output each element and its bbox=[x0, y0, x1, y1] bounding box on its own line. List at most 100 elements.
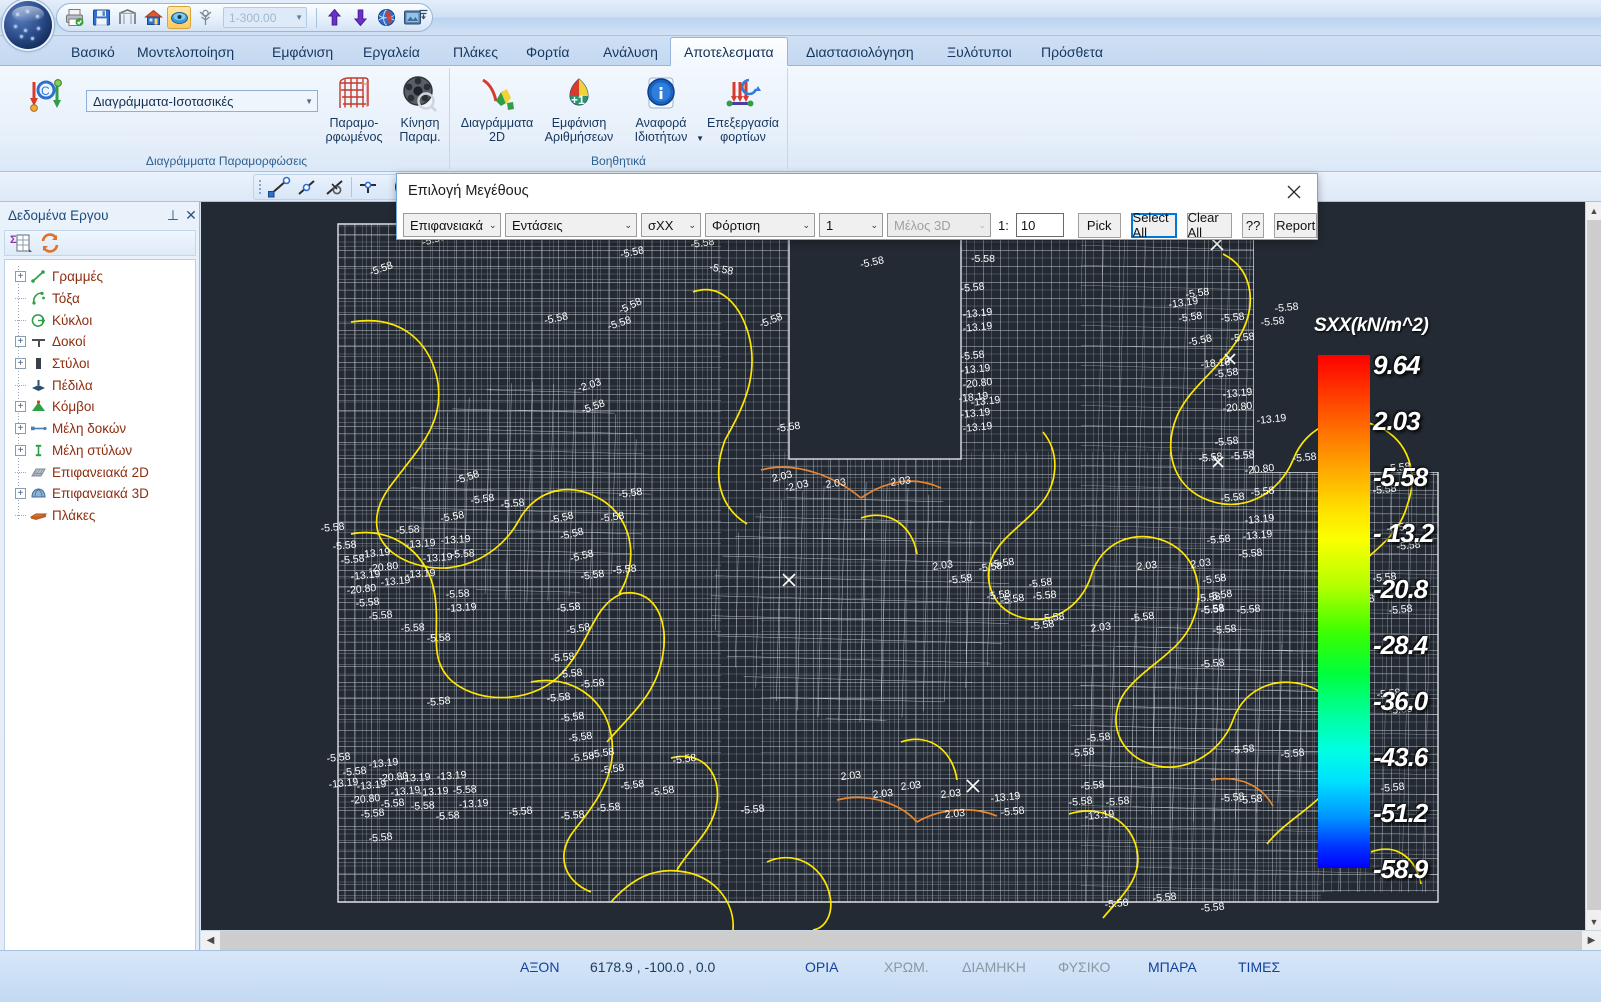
arrow-up-icon[interactable] bbox=[322, 6, 346, 29]
sum-table-icon[interactable]: Σ bbox=[10, 232, 34, 254]
svg-text:-5.58: -5.58 bbox=[326, 751, 351, 765]
perp-point-icon[interactable] bbox=[323, 176, 347, 198]
tree-structure-icon[interactable] bbox=[193, 6, 217, 29]
component-select[interactable]: σXX ⌄ bbox=[641, 213, 701, 237]
svg-text:-20.80: -20.80 bbox=[1222, 400, 1253, 415]
status-toggle-mpara[interactable]: ΜΠΑΡΑ bbox=[1148, 959, 1197, 975]
properties-report-label: Αναφορά Ιδιοτήτων bbox=[634, 116, 688, 144]
expand-icon[interactable]: + bbox=[15, 401, 26, 413]
arrow-down-icon[interactable] bbox=[348, 6, 372, 29]
deformed-shape-button[interactable]: Παραμο- ρφωμένος bbox=[318, 74, 390, 144]
element-type-select[interactable]: Επιφανειακά ⌄ bbox=[403, 213, 501, 237]
scroll-up-icon[interactable]: ▲ bbox=[1586, 202, 1601, 219]
tree-item-arcs[interactable]: Τόξα bbox=[7, 288, 195, 310]
viewport-horizontal-scrollbar[interactable]: ◀ ▶ bbox=[201, 930, 1601, 950]
result-quantity-select[interactable]: Εντάσεις ⌄ bbox=[505, 213, 637, 237]
svg-text:-5.58: -5.58 bbox=[508, 805, 533, 819]
scroll-down-icon[interactable]: ▼ bbox=[1586, 913, 1601, 930]
tree-item-lines[interactable]: + Γραμμές bbox=[7, 266, 195, 288]
expand-icon[interactable]: + bbox=[15, 444, 26, 456]
show-numbering-button[interactable]: +1 Εμφάνιση Αριθμήσεων bbox=[538, 74, 620, 144]
view-range-combo[interactable]: 1-300.00 ▼ bbox=[223, 7, 307, 28]
status-toggle-diamiki[interactable]: ΔΙΑΜΗΚΗ bbox=[962, 959, 1026, 975]
tree-item-slabs[interactable]: Πλάκες bbox=[7, 505, 195, 527]
customize-qat-button[interactable] bbox=[418, 8, 429, 24]
svg-text:-5.58: -5.58 bbox=[600, 762, 626, 777]
animation-button[interactable]: Κίνηση Παραμ. bbox=[384, 74, 456, 144]
midpoint-icon[interactable] bbox=[295, 176, 319, 198]
line-point-icon[interactable] bbox=[267, 176, 291, 198]
close-icon[interactable]: ✕ bbox=[182, 205, 200, 225]
tree-item-surface-3d[interactable]: + Επιφανειακά 3D bbox=[7, 483, 195, 505]
expand-icon[interactable]: + bbox=[15, 271, 26, 283]
scroll-right-icon[interactable]: ▶ bbox=[1582, 931, 1601, 950]
diagram-2d-icon bbox=[477, 74, 517, 114]
diagrams-2d-label: Διαγράμματα 2D bbox=[460, 116, 534, 144]
refresh-icon[interactable] bbox=[39, 232, 63, 254]
svg-text:-13.19: -13.19 bbox=[1084, 808, 1115, 823]
svg-text:-5.58: -5.58 bbox=[1274, 301, 1299, 315]
status-axon[interactable]: ΑΞΟΝ bbox=[520, 959, 559, 975]
building-icon[interactable] bbox=[141, 6, 165, 29]
edit-loads-button[interactable]: Επεξεργασία φορτίων bbox=[702, 74, 784, 144]
combinations-button[interactable]: C bbox=[12, 76, 80, 116]
slab-icon bbox=[29, 507, 47, 523]
expand-icon[interactable]: + bbox=[15, 358, 26, 370]
report-button[interactable]: Report bbox=[1274, 212, 1318, 238]
tab-analysis[interactable]: Ανάλυση bbox=[590, 37, 671, 66]
tree-item-beams[interactable]: + Δοκοί bbox=[7, 331, 195, 353]
show-numbering-label: Εμφάνιση Αριθμήσεων bbox=[544, 116, 614, 144]
tab-addons[interactable]: Πρόσθετα bbox=[1028, 37, 1116, 66]
status-toggle-chrom[interactable]: ΧΡΩΜ. bbox=[884, 959, 929, 975]
properties-report-button[interactable]: Αναφορά Ιδιοτήτων ▼ bbox=[620, 74, 704, 144]
view-icon[interactable] bbox=[167, 6, 191, 29]
scroll-left-icon[interactable]: ◀ bbox=[201, 931, 220, 950]
select-all-button[interactable]: Select All bbox=[1130, 210, 1177, 240]
load-case-type-select[interactable]: Φόρτιση ⌄ bbox=[705, 213, 815, 237]
tree-item-beam-members[interactable]: + Μέλη δοκών bbox=[7, 418, 195, 440]
load-case-number-select[interactable]: 1 ⌄ bbox=[819, 213, 883, 237]
member-3d-select[interactable]: Μέλος 3D ⌄ bbox=[887, 213, 991, 237]
clear-all-button[interactable]: Clear All bbox=[1186, 210, 1232, 240]
tab-tools[interactable]: Εργαλεία bbox=[350, 37, 433, 66]
dialog-titlebar[interactable]: Επιλογή Μεγέθους bbox=[397, 174, 1317, 210]
toolbar-grip[interactable] bbox=[258, 178, 263, 196]
viewport-vertical-scrollbar[interactable]: ▲ ▼ bbox=[1585, 202, 1601, 930]
tab-display[interactable]: Εμφάνιση bbox=[259, 37, 346, 66]
expand-icon[interactable]: + bbox=[15, 336, 26, 348]
status-toggle-fysiko[interactable]: ΦΥΣΙΚΟ bbox=[1058, 959, 1110, 975]
tab-slabs[interactable]: Πλάκες bbox=[440, 37, 511, 66]
diagram-type-combo[interactable]: Διαγράμματα-Ισοτασικές ▼ bbox=[86, 90, 318, 112]
status-toggle-oria[interactable]: ΟΡΙΑ bbox=[805, 959, 838, 975]
expand-icon[interactable]: + bbox=[15, 423, 26, 435]
tree-item-nodes[interactable]: + Κόμβοι bbox=[7, 396, 195, 418]
svg-text:-5.58: -5.58 bbox=[1000, 805, 1025, 819]
status-toggle-times[interactable]: ΤΙΜΕΣ bbox=[1238, 959, 1280, 975]
tree-item-columns[interactable]: + Στύλοι bbox=[7, 353, 195, 375]
frame-icon[interactable] bbox=[115, 6, 139, 29]
close-icon[interactable] bbox=[1275, 178, 1313, 206]
diagrams-2d-button[interactable]: Διαγράμματα 2D bbox=[456, 74, 538, 144]
scale-input[interactable] bbox=[1015, 213, 1064, 237]
tab-loads[interactable]: Φορτία bbox=[513, 37, 582, 66]
tree-item-circles[interactable]: Κύκλοι bbox=[7, 309, 195, 331]
tree-item-surface-2d[interactable]: Επιφανειακά 2D bbox=[7, 461, 195, 483]
application-menu-orb[interactable] bbox=[4, 1, 52, 49]
expand-icon[interactable]: + bbox=[15, 488, 26, 500]
tab-formwork[interactable]: Ξυλότυποι bbox=[934, 37, 1025, 66]
pin-icon[interactable]: ⊥ bbox=[164, 205, 182, 225]
tab-modeling[interactable]: Μοντελοποίηση bbox=[124, 37, 247, 66]
divider bbox=[316, 7, 317, 28]
print-icon[interactable] bbox=[63, 6, 87, 29]
save-icon[interactable] bbox=[89, 6, 113, 29]
tree-item-footings[interactable]: Πέδιλα bbox=[7, 374, 195, 396]
tab-vasiko[interactable]: Βασικό bbox=[58, 37, 128, 66]
tree-item-column-members[interactable]: + Μέλη στύλων bbox=[7, 440, 195, 462]
help-button[interactable]: ?? bbox=[1241, 212, 1265, 238]
support-icon[interactable] bbox=[356, 176, 380, 198]
pick-button[interactable]: Pick bbox=[1077, 212, 1121, 238]
vscroll-thumb[interactable] bbox=[1587, 220, 1601, 910]
globe-icon[interactable] bbox=[374, 6, 398, 29]
tab-results[interactable]: Αποτελεσματα bbox=[670, 37, 788, 66]
tab-design[interactable]: Διαστασιολόγηση bbox=[793, 37, 927, 66]
